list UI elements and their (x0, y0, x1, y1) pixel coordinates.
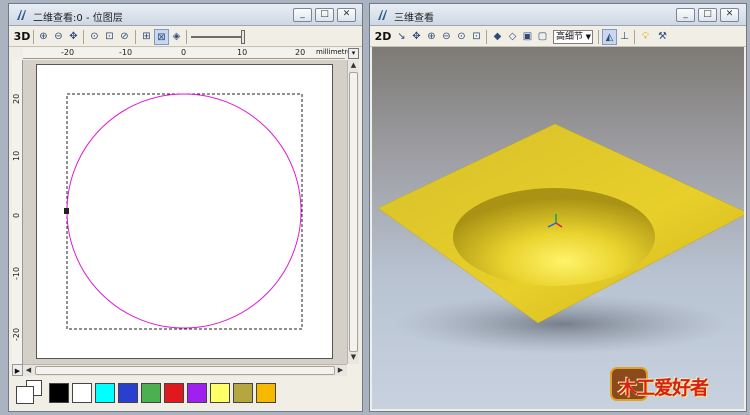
pan-icon[interactable]: ✥ (66, 29, 81, 45)
zoom-slider[interactable] (191, 36, 245, 38)
ruler-unit-dropdown-icon[interactable]: ▾ (348, 48, 359, 59)
ruler-horizontal: -20 -10 0 10 20 (23, 48, 345, 59)
bowl-pocket (453, 188, 655, 286)
show-axes-icon[interactable]: ⊥ (617, 29, 632, 45)
color-swatch[interactable] (187, 383, 207, 403)
horizontal-scroll-thumb[interactable] (35, 366, 335, 375)
3d-viewport[interactable]: 木工爱好者 (372, 47, 744, 409)
ruler-tick: -10 (12, 266, 21, 280)
color-swatch[interactable] (118, 383, 138, 403)
detail-level-select[interactable]: 高细节 ▼ (553, 30, 593, 44)
ruler-tick: 0 (181, 48, 187, 57)
chevron-down-icon: ▼ (585, 33, 591, 41)
zoom-previous-icon[interactable]: ⊘ (117, 29, 132, 45)
titlebar-2d[interactable]: 二维查看:0 - 位图层 _ □ ✕ (9, 4, 362, 26)
toolbar-3d: 2D ↘ ✥ ⊕ ⊖ ⊙ ⊡ ◆ ◇ ▣ ▢ 高细节 ▼ ◭ ⊥ 💡︎ ⚒ (370, 27, 746, 47)
minimize-button[interactable]: _ (293, 8, 312, 22)
window-2d-view: 二维查看:0 - 位图层 _ □ ✕ 3D ⊕ ⊖ ✥ ⊙ ⊡ ⊘ ⊞ ⊠ ◈ … (8, 3, 363, 412)
circle-start-node (64, 208, 69, 214)
scroll-left-icon[interactable]: ◀ (24, 366, 33, 374)
zoom-in-icon[interactable]: ⊕ (36, 29, 51, 45)
color-swatch[interactable] (49, 383, 69, 403)
titlebar-3d[interactable]: 三维查看 _ □ ✕ (370, 4, 746, 26)
3d-scene (377, 123, 744, 354)
foreground-color-swatch[interactable] (16, 386, 34, 404)
watermark-text: 木工爱好者 (618, 377, 709, 399)
color-swatch[interactable] (141, 383, 161, 403)
color-swatch[interactable] (256, 383, 276, 403)
close-button[interactable]: ✕ (337, 8, 356, 22)
view-front-icon[interactable]: ▣ (520, 29, 535, 45)
window-title: 二维查看:0 - 位图层 (33, 13, 123, 24)
snap-object-icon[interactable]: ⊠ (154, 29, 169, 45)
zoom-window-icon[interactable]: ⊡ (102, 29, 117, 45)
view-top-icon[interactable]: ◇ (505, 29, 520, 45)
color-swatch[interactable] (210, 383, 230, 403)
select-arrow-icon[interactable]: ↘ (394, 29, 409, 45)
show-material-icon[interactable]: ◭ (602, 29, 617, 45)
zoom-window-icon[interactable]: ⊡ (469, 29, 484, 45)
pan-icon[interactable]: ✥ (409, 29, 424, 45)
maximize-button[interactable]: □ (315, 8, 334, 22)
zoom-slider-handle[interactable] (241, 30, 245, 44)
toolbar-separator (83, 30, 84, 44)
toolbar-separator (33, 30, 34, 44)
render-settings-icon[interactable]: ⚒ (655, 29, 670, 45)
circle-vector (66, 93, 302, 329)
current-color-indicator[interactable] (14, 380, 48, 406)
vector-layer (64, 93, 303, 330)
zoom-fit-icon[interactable]: ⊙ (87, 29, 102, 45)
vertical-scroll-thumb[interactable] (349, 72, 358, 352)
ruler-tick: 20 (12, 93, 21, 104)
view-side-icon[interactable]: ▢ (535, 29, 550, 45)
color-swatch[interactable] (95, 383, 115, 403)
toggle-3d-button[interactable]: 3D (13, 29, 31, 45)
toolbar-separator (186, 30, 187, 44)
zoom-out-icon[interactable]: ⊖ (51, 29, 66, 45)
toggle-2d-button[interactable]: 2D (374, 29, 392, 45)
app-logo-icon (17, 10, 26, 20)
zoom-fit-icon[interactable]: ⊙ (454, 29, 469, 45)
ruler-tick: 0 (12, 212, 21, 218)
color-swatch[interactable] (72, 383, 92, 403)
drawing-canvas[interactable] (23, 60, 347, 364)
scroll-down-icon[interactable]: ▼ (349, 353, 358, 361)
panel-toggle-icon[interactable]: ▶ (12, 364, 23, 376)
ruler-tick: 10 (237, 48, 248, 57)
snap-grid-icon[interactable]: ⊞ (139, 29, 154, 45)
toolbar-2d: 3D ⊕ ⊖ ✥ ⊙ ⊡ ⊘ ⊞ ⊠ ◈ (9, 27, 362, 47)
app-logo-icon (378, 10, 387, 20)
ruler-tick: -10 (119, 48, 133, 57)
ruler-tick: 20 (295, 48, 306, 57)
ruler-unit-label: millimetres (316, 48, 348, 56)
ruler-tick: -20 (12, 327, 21, 341)
window-3d-view: 三维查看 _ □ ✕ 2D ↘ ✥ ⊕ ⊖ ⊙ ⊡ ◆ ◇ ▣ ▢ 高细节 ▼ … (369, 3, 747, 412)
color-swatch[interactable] (233, 383, 253, 403)
ruler-vertical: 20 10 0 -10 -20 (12, 60, 23, 364)
toolbar-separator (135, 30, 136, 44)
lighting-bulb-icon[interactable]: 💡︎ (638, 29, 653, 45)
drawing-sheet (36, 64, 333, 359)
scroll-right-icon[interactable]: ▶ (336, 366, 345, 374)
color-swatch[interactable] (164, 383, 184, 403)
zoom-out-icon[interactable]: ⊖ (439, 29, 454, 45)
ruler-tick: 10 (12, 150, 21, 161)
toolbar-separator (634, 30, 635, 44)
vertical-scrollbar[interactable]: ▲ ▼ (347, 60, 359, 364)
zoom-in-icon[interactable]: ⊕ (424, 29, 439, 45)
toolbar-separator (486, 30, 487, 44)
horizontal-scrollbar[interactable]: ◀ ▶ (23, 364, 347, 376)
maximize-button[interactable]: □ (698, 8, 717, 22)
watermark-logo: 木工爱好者 (612, 367, 732, 401)
ruler-tick: -20 (61, 48, 75, 57)
detail-level-value: 高细节 (556, 32, 584, 42)
minimize-button[interactable]: _ (676, 8, 695, 22)
close-button[interactable]: ✕ (720, 8, 739, 22)
view-layer-icon[interactable]: ◈ (169, 29, 184, 45)
scroll-up-icon[interactable]: ▲ (349, 61, 358, 69)
view-iso-icon[interactable]: ◆ (490, 29, 505, 45)
window-title: 三维查看 (394, 13, 434, 24)
toolbar-separator (598, 30, 599, 44)
